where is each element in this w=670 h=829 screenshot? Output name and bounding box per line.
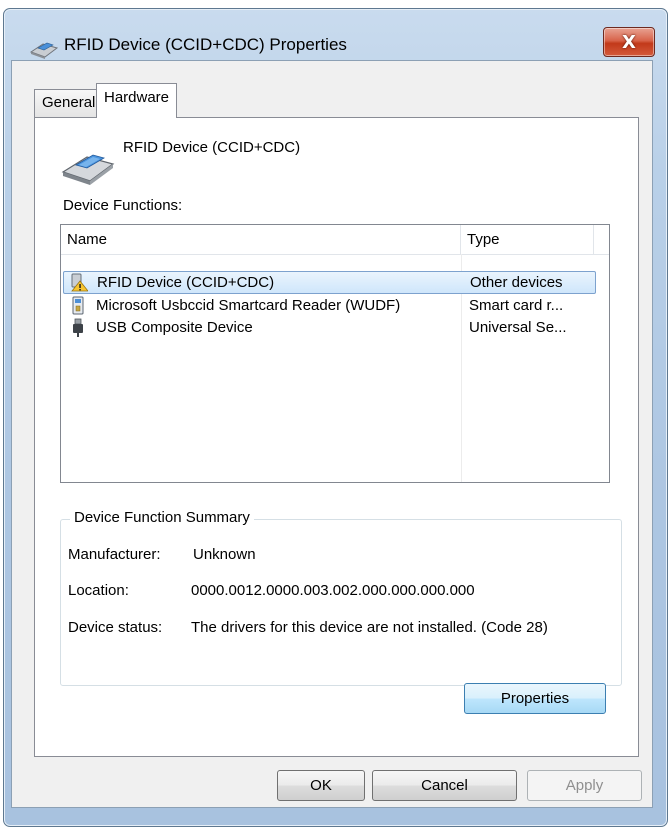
apply-button-label: Apply [565, 777, 604, 794]
column-type-label: Type [467, 231, 500, 248]
column-header-type[interactable]: Type [461, 225, 594, 254]
manufacturer-value: Unknown [193, 546, 256, 563]
list-item[interactable]: Microsoft Usbccid Smartcard Reader (WUDF… [63, 295, 596, 316]
apply-button[interactable]: Apply [527, 770, 642, 801]
location-label: Location: [68, 582, 129, 599]
smartcard-reader-icon [61, 154, 115, 185]
list-item-type: Universal Se... [469, 319, 567, 336]
tab-general-label: General [42, 94, 96, 111]
smartcard-reader-icon [29, 42, 59, 59]
device-functions-list[interactable]: Name Type RFID Device (CCID+CDC) Other d… [60, 224, 610, 483]
list-item-name: Microsoft Usbccid Smartcard Reader (WUDF… [96, 297, 401, 314]
tab-hardware[interactable]: Hardware [96, 83, 178, 118]
column-header-name[interactable]: Name [61, 225, 461, 254]
cancel-button[interactable]: Cancel [372, 770, 517, 801]
location-value: 0000.0012.0000.003.002.000.000.000.000 [191, 582, 475, 599]
properties-button-label: Properties [500, 690, 570, 707]
device-status-label: Device status: [68, 619, 163, 636]
close-button[interactable]: X [603, 27, 655, 57]
ok-button-label: OK [310, 777, 332, 794]
cancel-button-label: Cancel [421, 777, 468, 794]
device-functions-label: Device Functions: [63, 197, 183, 214]
device-status-value: The drivers for this device are not inst… [191, 619, 548, 636]
tab-general[interactable]: General [34, 89, 104, 117]
column-name-label: Name [67, 231, 108, 248]
close-icon: X [622, 31, 636, 53]
list-header: Name Type [61, 225, 609, 255]
usb-plug-icon [73, 318, 83, 337]
list-item-name: RFID Device (CCID+CDC) [97, 274, 275, 291]
list-item-type: Other devices [470, 274, 563, 291]
device-name: RFID Device (CCID+CDC) [123, 139, 301, 156]
ok-button[interactable]: OK [277, 770, 365, 801]
tab-hardware-label: Hardware [104, 89, 170, 106]
summary-group-title: Device Function Summary [70, 509, 254, 526]
list-item[interactable]: USB Composite Device Universal Se... [63, 317, 596, 338]
list-item-name: USB Composite Device [96, 319, 253, 336]
warning-device-icon [71, 273, 88, 292]
column-header-filler [594, 225, 609, 254]
smartcard-icon [72, 296, 84, 315]
list-item[interactable]: RFID Device (CCID+CDC) Other devices [63, 271, 596, 294]
window-title: RFID Device (CCID+CDC) Properties [64, 35, 347, 54]
device-function-summary-group [60, 519, 622, 686]
properties-button[interactable]: Properties [464, 683, 606, 714]
list-item-type: Smart card r... [469, 297, 564, 314]
manufacturer-label: Manufacturer: [68, 546, 161, 563]
